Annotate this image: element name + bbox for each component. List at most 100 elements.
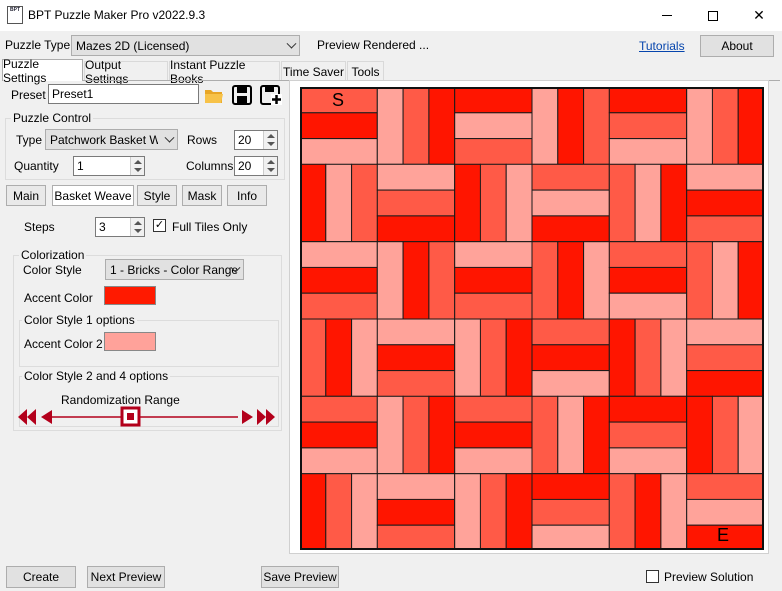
puzzle-type-select[interactable]: Mazes 2D (Licensed): [71, 35, 300, 56]
subtab-basket-weave[interactable]: Basket Weave: [52, 185, 134, 206]
maze-tile-strip: [454, 266, 533, 294]
maze-tile-strip: [402, 241, 430, 320]
preset-input[interactable]: Preset1: [48, 84, 199, 104]
maze-tile-strip: [711, 395, 739, 475]
tab-tools[interactable]: Tools: [347, 61, 384, 81]
steps-label: Steps: [24, 220, 55, 234]
maximize-button[interactable]: [690, 0, 736, 31]
preview-solution-label: Preview Solution: [664, 570, 754, 584]
maze-tile-strip: [583, 87, 610, 165]
maze-tile-strip: [454, 318, 481, 397]
maze-tile-strip: [686, 163, 764, 191]
save-preset-button[interactable]: [231, 84, 253, 106]
randomization-slider[interactable]: [16, 404, 278, 428]
type-value: Patchwork Basket Weave: [50, 132, 158, 147]
next-preview-button[interactable]: Next Preview: [87, 566, 165, 588]
randomization-slider-graphic: [18, 406, 275, 427]
maze-tile-strip: [300, 421, 378, 449]
maze-tile-strip: [351, 318, 378, 397]
maze-tile-strip: [737, 395, 764, 475]
tab-instant-puzzle-books[interactable]: Instant Puzzle Books: [169, 58, 280, 86]
maze-tile-strip: [300, 266, 378, 294]
maze-tile-strip: [376, 524, 456, 550]
maze-tile-strip: [402, 87, 430, 165]
maze-tile-strip: [608, 241, 688, 268]
subtab-info[interactable]: Info: [227, 185, 267, 206]
minimize-button[interactable]: [644, 0, 690, 31]
maze-tile-strip: [325, 318, 353, 397]
open-folder-button[interactable]: [203, 84, 225, 106]
maze-tile-strip: [376, 395, 404, 475]
maze-tile-strip: [454, 138, 533, 165]
maze-tile-strip: [634, 473, 662, 550]
maze-tile-strip: [557, 87, 585, 165]
tab-time-saver[interactable]: Time Saver: [281, 61, 346, 81]
columns-value: 20: [238, 159, 252, 173]
double-left-arrow-icon: [18, 409, 36, 425]
maze-tile-strip: [737, 241, 764, 320]
rows-value: 20: [238, 133, 252, 147]
spin-arrows-icon[interactable]: [263, 131, 277, 149]
subtab-style[interactable]: Style: [137, 185, 177, 206]
spin-arrows-icon[interactable]: [130, 218, 144, 236]
create-button[interactable]: Create: [6, 566, 76, 588]
maze-tile-strip: [454, 473, 481, 550]
maze-tile-strip: [531, 163, 610, 191]
color-style24-legend: Color Style 2 and 4 options: [22, 369, 171, 383]
close-button[interactable]: ✕: [736, 0, 782, 31]
maze-tile-strip: [300, 473, 327, 550]
preview-solution-checkbox[interactable]: [646, 570, 659, 583]
maze-tile-strip: [531, 241, 559, 320]
color-style-select[interactable]: 1 - Bricks - Color Range: [105, 259, 244, 280]
right-arrow-icon: [242, 410, 253, 424]
columns-stepper[interactable]: 20: [234, 156, 278, 176]
rows-stepper[interactable]: 20: [234, 130, 278, 150]
maze-tile-strip: [583, 241, 610, 320]
maze-tile-strip: [608, 87, 688, 114]
quantity-stepper[interactable]: 1: [73, 156, 145, 176]
maze-tile-strip: [531, 87, 559, 165]
maze-tile-strip: [428, 241, 456, 320]
steps-stepper[interactable]: 3: [95, 217, 145, 237]
subtab-mask[interactable]: Mask: [182, 185, 222, 206]
maze-tile-strip: [608, 138, 688, 165]
tutorials-link[interactable]: Tutorials: [639, 39, 685, 53]
type-select[interactable]: Patchwork Basket Weave: [45, 129, 178, 150]
accent-color-swatch[interactable]: [104, 286, 156, 305]
chevron-down-icon: [164, 132, 175, 143]
color-style-label: Color Style: [23, 263, 82, 277]
maze-tile-strip: [376, 344, 456, 372]
maze-tile-strip: [686, 87, 714, 165]
maze-tile-strip: [376, 241, 404, 320]
spin-arrows-icon[interactable]: [130, 157, 144, 175]
maze-tile-strip: [686, 215, 764, 243]
window-title: BPT Puzzle Maker Pro v2022.9.3: [28, 8, 206, 22]
maze-tile-strip: [479, 163, 507, 243]
spin-arrows-icon[interactable]: [263, 157, 277, 175]
left-arrow-icon: [41, 410, 52, 424]
tab-output-settings[interactable]: Output Settings: [84, 58, 168, 86]
quantity-label: Quantity: [14, 159, 59, 173]
maze-tile-strip: [376, 189, 456, 217]
maze-tile-strip: [686, 498, 764, 526]
folder-icon: [205, 90, 223, 103]
maze-tile-strip: [300, 395, 378, 423]
accent-color2-swatch[interactable]: [104, 332, 156, 351]
maze-tile-strip: [376, 370, 456, 397]
maze-tile-strip: [300, 447, 378, 475]
maze-tile-strip: [531, 498, 610, 526]
maze-tile-strip: [351, 473, 378, 550]
subtab-main[interactable]: Main: [6, 185, 46, 206]
save-as-preset-button[interactable]: [259, 84, 283, 106]
save-plus-icon: [260, 85, 282, 105]
maze-tile-strip: [608, 473, 636, 550]
about-button[interactable]: About: [700, 35, 774, 57]
save-preview-button[interactable]: Save Preview: [261, 566, 339, 588]
maze-tile-strip: [402, 395, 430, 475]
tab-puzzle-settings[interactable]: Puzzle Settings: [2, 57, 83, 85]
full-tiles-checkbox[interactable]: ✓: [153, 219, 166, 232]
maze-tile-strip: [608, 318, 636, 397]
maze-tile-strip: [608, 163, 636, 243]
maze-tile-strip: [531, 370, 610, 397]
maze-tile-strip: [479, 473, 507, 550]
